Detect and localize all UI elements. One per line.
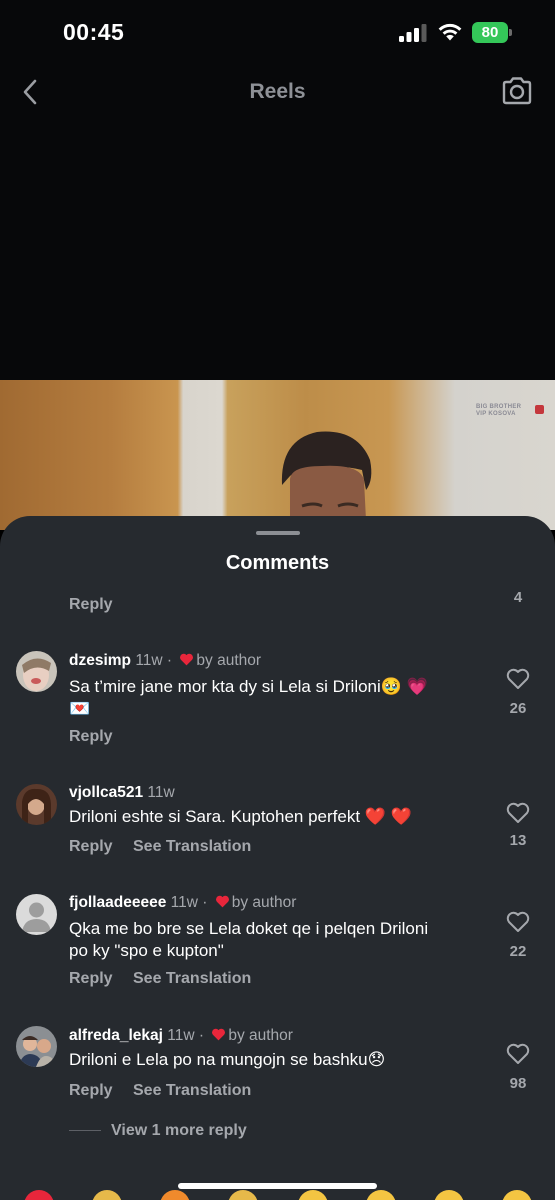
cellular-signal-icon <box>399 24 427 42</box>
comment-username-line: vjollca521 11w <box>69 784 175 802</box>
status-bar: 00:45 80 <box>0 0 555 64</box>
camera-icon[interactable] <box>500 75 534 107</box>
avatar[interactable] <box>16 1026 57 1067</box>
by-author-label: by author <box>231 894 297 911</box>
reel-video-frame[interactable]: BIG BROTHER VIP KOSOVA <box>0 380 555 530</box>
video-watermark: BIG BROTHER VIP KOSOVA <box>476 404 521 418</box>
comment-text-line-1: Sa t’mire jane mor kta dy si Lela si Dri… <box>69 677 428 696</box>
red-heart-emoji-icon[interactable] <box>24 1190 54 1200</box>
liked-by-author-heart-icon <box>215 895 229 908</box>
comments-title: Comments <box>225 552 330 574</box>
open-mouth-face-emoji-icon[interactable] <box>434 1190 464 1200</box>
reply-button[interactable]: Reply <box>69 1082 113 1100</box>
home-indicator[interactable] <box>178 1183 377 1189</box>
liked-by-author-heart-icon <box>212 1028 226 1041</box>
by-author-label: by author <box>228 1027 293 1044</box>
comment-username[interactable]: alfreda_lekaj <box>69 1027 163 1044</box>
like-heart-icon[interactable] <box>506 802 530 824</box>
wifi-icon <box>438 23 462 41</box>
see-translation-button[interactable]: See Translation <box>133 1082 251 1100</box>
comment-age: 11w <box>167 1027 195 1044</box>
like-count: 26 <box>509 700 527 717</box>
sheet-grabber[interactable] <box>256 531 300 535</box>
default-avatar-icon <box>16 894 57 935</box>
heart-eyes-face-emoji-icon[interactable] <box>366 1190 396 1200</box>
like-count: 13 <box>509 832 527 849</box>
battery-indicator: 80 <box>472 22 512 43</box>
comment-username[interactable]: fjollaadeeeee <box>69 894 166 911</box>
reply-button[interactable]: Reply <box>69 838 113 856</box>
comment-age: 11w <box>147 784 175 801</box>
comment-username[interactable]: vjollca521 <box>69 784 143 801</box>
status-time: 00:45 <box>63 19 125 45</box>
comments-sheet: Comments Reply 4 dzesimp 11w · by author… <box>0 516 555 1200</box>
watermark-line-1: BIG BROTHER <box>476 404 522 410</box>
avatar[interactable] <box>16 894 57 935</box>
comment-age: 11w <box>170 894 198 911</box>
avatar[interactable] <box>16 651 57 692</box>
see-translation-button[interactable]: See Translation <box>133 970 251 988</box>
like-heart-icon[interactable] <box>506 1043 530 1065</box>
fire-emoji-icon[interactable] <box>160 1190 190 1200</box>
like-heart-icon[interactable] <box>506 668 530 690</box>
avatar-image <box>16 651 57 692</box>
reply-button[interactable]: Reply <box>69 970 113 988</box>
comment-username-line: fjollaadeeeee 11w · by author <box>69 894 296 912</box>
emoji-reaction-bar <box>0 1190 555 1200</box>
watermark-line-2: VIP KOSOVA <box>476 411 516 417</box>
crying-face-emoji-icon[interactable] <box>298 1190 328 1200</box>
replies-divider-line <box>69 1130 101 1131</box>
comment-text: Qka me bo bre se Lela doket qe i pelqen … <box>69 918 489 962</box>
comment-username-line: dzesimp 11w · by author <box>69 652 261 670</box>
by-author-label: by author <box>196 652 262 669</box>
like-count: 4 <box>513 589 523 606</box>
avatar[interactable] <box>16 784 57 825</box>
avatar-image <box>16 1026 57 1067</box>
comment-age: 11w <box>135 652 163 669</box>
nav-bar: Reels <box>0 64 555 120</box>
avatar-image <box>16 784 57 825</box>
separator-dot: · <box>197 894 208 911</box>
battery-percentage: 80 <box>481 24 499 41</box>
reply-button[interactable]: Reply <box>69 596 113 614</box>
separator-dot: · <box>162 652 173 669</box>
comment-text: Driloni eshte si Sara. Kuptohen perfekt … <box>69 806 469 828</box>
clapping-hands-emoji-icon[interactable] <box>228 1190 258 1200</box>
comment-username-line: alfreda_lekaj 11w · by author <box>69 1027 293 1045</box>
liked-by-author-heart-icon <box>180 653 194 666</box>
comment-text-line-2: 💌 <box>69 699 91 718</box>
like-count: 22 <box>509 943 527 960</box>
separator-dot: · <box>194 1027 205 1044</box>
comment-text: Sa t’mire jane mor kta dy si Lela si Dri… <box>69 676 469 720</box>
reply-button[interactable]: Reply <box>69 728 113 746</box>
comment-text-line-2: po ky "spo e kupton" <box>69 941 224 960</box>
comment-text-line-1: Driloni e Lela po na mungojn se bashku😞 <box>69 1050 386 1069</box>
see-translation-button[interactable]: See Translation <box>133 838 251 856</box>
view-more-replies-button[interactable]: View 1 more reply <box>111 1122 247 1140</box>
comment-username[interactable]: dzesimp <box>69 652 131 669</box>
page-title: Reels <box>249 80 306 103</box>
raising-hands-emoji-icon[interactable] <box>92 1190 122 1200</box>
laughing-face-emoji-icon[interactable] <box>502 1190 532 1200</box>
video-person-image <box>281 431 372 530</box>
reel-video-black-area[interactable] <box>0 120 555 380</box>
comment-text: Driloni e Lela po na mungojn se bashku😞 <box>69 1049 469 1071</box>
comment-text-line-1: Driloni eshte si Sara. Kuptohen perfekt … <box>69 807 412 826</box>
like-heart-icon[interactable] <box>506 911 530 933</box>
watermark-badge <box>535 405 544 414</box>
comment-text-line-1: Qka me bo bre se Lela doket qe i pelqen … <box>69 919 429 938</box>
like-count: 98 <box>509 1075 527 1092</box>
battery-cap <box>509 29 512 36</box>
